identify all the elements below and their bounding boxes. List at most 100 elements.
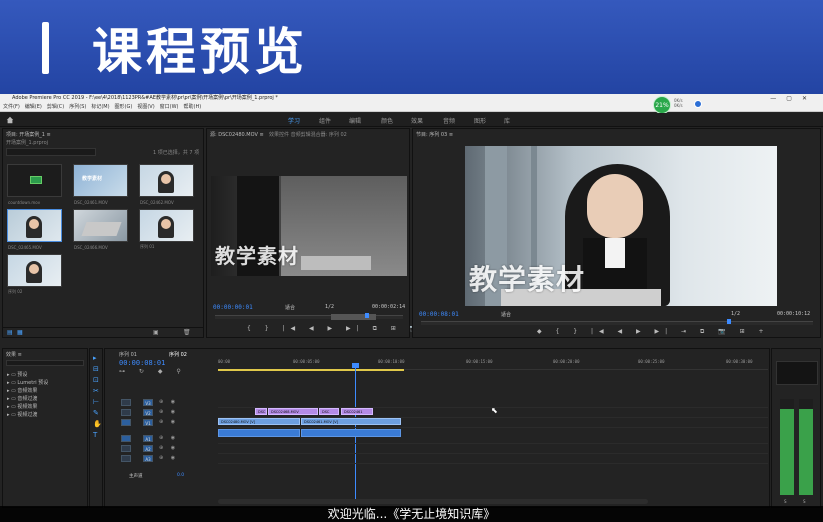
tool-icons[interactable]: ▸ ⊟ ⊡ ✂ ⊢ ✎ ✋ T (93, 353, 102, 441)
menu-item[interactable]: 窗口(W) (160, 104, 179, 110)
effects-folder[interactable]: ▸ ▭ 预设 (7, 371, 48, 379)
meter-solo-right[interactable]: S (803, 499, 806, 504)
menu-item[interactable]: 序列(S) (69, 104, 86, 110)
track-toggle-icons[interactable]: ⊕ ◉ (159, 455, 178, 461)
effects-folder[interactable]: ▸ ▭ 音频效果 (7, 387, 48, 395)
audio-clip[interactable] (301, 429, 401, 437)
effects-folder[interactable]: ▸ ▭ 视频过渡 (7, 411, 48, 419)
program-fit-select[interactable]: 适合 (501, 311, 511, 318)
track-label[interactable]: V2 (143, 409, 153, 416)
source-playhead[interactable] (365, 313, 369, 318)
source-extra-tabs[interactable]: 效果控件 音频剪辑混合器: 序列 02 (269, 131, 347, 138)
menu-item[interactable]: 标记(M) (91, 104, 109, 110)
project-search-input[interactable] (6, 148, 96, 156)
source-video[interactable]: 教学素材 (211, 176, 407, 276)
project-tab[interactable]: 项目: 开场案例_1 ≡ (6, 131, 51, 138)
timeline-clip[interactable]: DSC02468.MOV (268, 408, 318, 415)
timeline-tab-2[interactable]: 序列 02 (169, 351, 187, 358)
net-down: 0K/s (674, 103, 683, 108)
program-playhead[interactable] (727, 319, 731, 324)
project-item[interactable]: countdown.mov (7, 164, 62, 205)
list-view-icon[interactable]: ▤ (7, 329, 13, 336)
timeline-clip[interactable]: DSC (255, 408, 267, 415)
source-tab[interactable]: 源: DSC02480.MOV ≡ (210, 131, 264, 138)
meter-solo-left[interactable]: S (784, 499, 787, 504)
program-timecode[interactable]: 00:00:08:01 (419, 311, 459, 318)
track-toggle-icons[interactable]: ⊕ ◉ (159, 435, 178, 441)
window-controls[interactable]: —▢✕ (770, 94, 817, 103)
track-label[interactable]: A1 (143, 435, 153, 442)
source-scrub-bar[interactable] (215, 313, 403, 320)
workspace-tab[interactable]: 库 (504, 116, 510, 125)
timeline-tool-icons[interactable]: ⊶ ↻ ◆ ⚲ (119, 368, 187, 375)
track-source-patch[interactable] (121, 455, 131, 462)
menu-item[interactable]: 编辑(E) (25, 104, 42, 110)
program-tab[interactable]: 节目: 序列 03 ≡ (416, 131, 453, 138)
icon-view-icon[interactable]: ▦ (17, 329, 23, 336)
project-item[interactable]: DSC_02465.MOV (7, 209, 62, 250)
master-track-value[interactable]: 0.0 (177, 473, 184, 478)
project-item[interactable]: 序列 01 (139, 209, 194, 249)
source-ratio-select[interactable]: 1/2 (325, 304, 334, 310)
track-lane[interactable] (218, 445, 768, 454)
timeline-timecode[interactable]: 00:00:08:01 (119, 359, 165, 367)
effects-search-input[interactable] (6, 360, 84, 366)
tray-logo-icon[interactable] (694, 100, 702, 108)
track-lane[interactable] (218, 455, 768, 464)
project-item[interactable]: 序列 02 (7, 254, 62, 294)
timeline-clip[interactable]: DSC02461.MOV [V] (301, 418, 401, 425)
workspace-tab[interactable]: 组件 (319, 116, 331, 125)
audio-clip[interactable] (218, 429, 300, 437)
workspace-tab[interactable]: 学习 (288, 116, 300, 125)
project-item[interactable]: DSC_02462.MOV (139, 164, 194, 205)
track-label[interactable]: A3 (143, 455, 153, 462)
project-item[interactable]: 教学素材 DSC_02461.MOV (73, 164, 128, 205)
program-video[interactable]: 教学素材 (465, 146, 777, 306)
track-source-patch[interactable] (121, 399, 131, 406)
menu-item[interactable]: 帮助(H) (184, 104, 202, 110)
work-area-bar[interactable] (218, 369, 404, 371)
track-source-patch[interactable] (121, 409, 131, 416)
menu-item[interactable]: 图形(G) (115, 104, 133, 110)
menu-item[interactable]: 文件(F) (3, 104, 20, 110)
track-source-patch[interactable] (121, 435, 131, 442)
workspace-tab[interactable]: 图形 (474, 116, 486, 125)
window-title: Adobe Premiere Pro CC 2019 - F:\ee\4\201… (12, 95, 278, 101)
workspace-tab[interactable]: 编辑 (349, 116, 361, 125)
source-in-out-range[interactable] (331, 314, 376, 320)
program-ratio-select[interactable]: 1/2 (731, 311, 740, 317)
track-source-patch[interactable] (121, 445, 131, 452)
effects-tab[interactable]: 效果 ≡ (6, 351, 22, 358)
timeline-clip[interactable]: DSC (319, 408, 339, 415)
timeline-clip[interactable]: DSC02480.MOV [V] (218, 418, 300, 425)
program-transport-controls[interactable]: ◆ { } |◀ ◀ ▶ ▶| ⇥ ⧉ 📷 ⊞ + (537, 328, 770, 336)
workspace-tab[interactable]: 颜色 (381, 116, 393, 125)
track-toggle-icons[interactable]: ⊕ ◉ (159, 409, 178, 415)
timeline-clip[interactable]: DSC02461 (341, 408, 373, 415)
project-item[interactable]: DSC_02466.MOV (73, 209, 128, 250)
track-label[interactable]: A2 (143, 445, 153, 452)
playhead-handle[interactable] (352, 363, 359, 368)
home-icon[interactable] (6, 116, 14, 124)
trash-icon[interactable]: 🗑 (183, 329, 191, 336)
timeline-tab-1[interactable]: 序列 01 (119, 351, 137, 358)
track-toggle-icons[interactable]: ⊕ ◉ (159, 399, 178, 405)
source-timecode[interactable]: 00:00:00:01 (213, 304, 253, 311)
source-fit-select[interactable]: 适合 (285, 304, 295, 311)
new-bin-icon[interactable]: ▣ (153, 329, 159, 336)
effects-folder[interactable]: ▸ ▭ Lumetri 预设 (7, 379, 48, 387)
effects-folder[interactable]: ▸ ▭ 音频过渡 (7, 395, 48, 403)
effects-folder[interactable]: ▸ ▭ 视频效果 (7, 403, 48, 411)
track-toggle-icons[interactable]: ⊕ ◉ (159, 419, 178, 425)
track-label[interactable]: V1 (143, 419, 153, 426)
menu-item[interactable]: 视图(V) (137, 104, 154, 110)
timeline-scrollbar[interactable] (218, 499, 648, 504)
track-label[interactable]: V3 (143, 399, 153, 406)
track-source-patch[interactable] (121, 419, 131, 426)
cpu-badge[interactable]: 21% (653, 96, 671, 114)
program-scrub-bar[interactable] (421, 319, 813, 325)
workspace-tab[interactable]: 效果 (411, 116, 423, 125)
menu-item[interactable]: 剪辑(C) (47, 104, 64, 110)
track-toggle-icons[interactable]: ⊕ ◉ (159, 445, 178, 451)
workspace-tab[interactable]: 音频 (443, 116, 455, 125)
